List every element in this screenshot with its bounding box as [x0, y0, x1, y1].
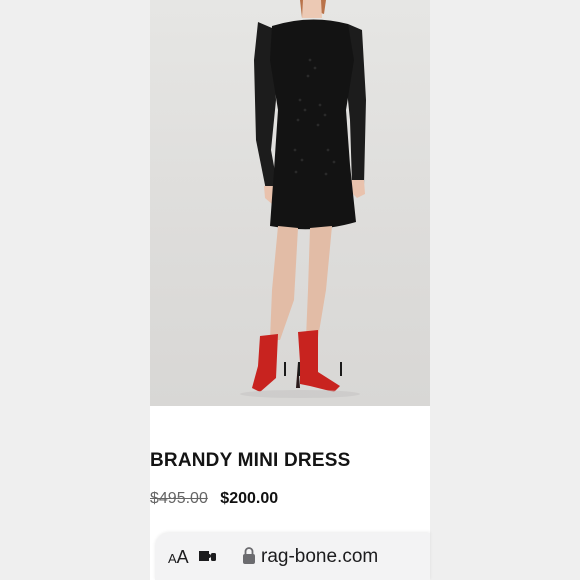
- price-block: $495.00 $200.00: [150, 490, 278, 508]
- browser-address-bar[interactable]: AA rag-bone.com: [155, 533, 430, 580]
- right-margin: [430, 0, 580, 580]
- url-text[interactable]: rag-bone.com: [261, 546, 378, 568]
- product-page: BRANDY MINI DRESS $495.00 $200.00: [150, 0, 430, 580]
- text-size-button[interactable]: AA: [168, 547, 189, 568]
- dress-model-illustration: [240, 0, 366, 398]
- product-photo[interactable]: [150, 0, 430, 406]
- puzzle-icon[interactable]: [197, 548, 217, 566]
- lock-icon: [243, 547, 255, 564]
- sale-price: $200.00: [220, 490, 279, 507]
- gallery-indicator[interactable]: [280, 362, 350, 380]
- original-price: $495.00: [150, 490, 208, 507]
- left-margin: [0, 0, 150, 580]
- product-title: BRANDY MINI DRESS: [150, 450, 351, 471]
